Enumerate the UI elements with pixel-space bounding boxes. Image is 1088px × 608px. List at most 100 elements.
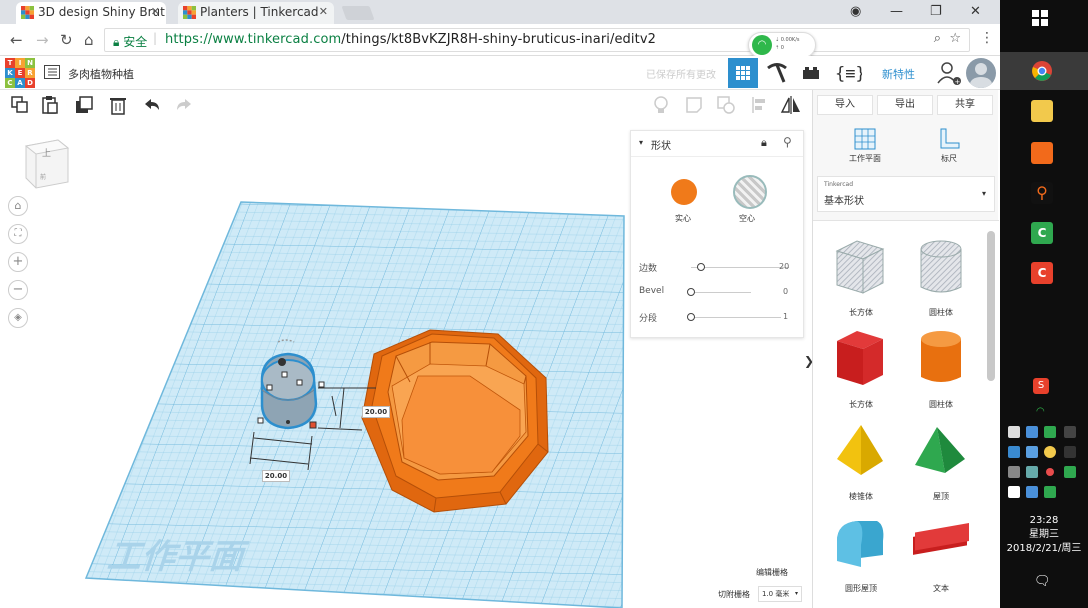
sides-slider-knob[interactable] bbox=[697, 263, 705, 271]
resize-corner-handle[interactable] bbox=[309, 421, 317, 429]
shape-box[interactable]: 长方体 bbox=[821, 327, 901, 417]
delete-icon[interactable] bbox=[108, 95, 128, 115]
shield-icon[interactable] bbox=[1044, 486, 1056, 498]
tray-icon[interactable] bbox=[1064, 426, 1076, 438]
user-avatar[interactable] bbox=[966, 58, 996, 88]
close-tab-icon[interactable]: ✕ bbox=[319, 5, 328, 18]
width-dimension-label[interactable]: 20.00 bbox=[262, 470, 290, 482]
hole-button[interactable] bbox=[733, 175, 767, 209]
bevel-slider[interactable] bbox=[691, 292, 751, 293]
import-button[interactable]: 导入 bbox=[817, 95, 873, 115]
taskbar-active-app[interactable] bbox=[1000, 52, 1088, 90]
duplicate-icon[interactable] bbox=[74, 95, 94, 115]
shape-scrollbar[interactable] bbox=[987, 231, 995, 381]
zoom-out-icon[interactable]: − bbox=[8, 280, 28, 300]
shape-roof[interactable]: 屋顶 bbox=[901, 419, 981, 509]
segments-slider[interactable] bbox=[691, 317, 781, 318]
tray-icon[interactable] bbox=[1026, 466, 1038, 478]
tray-icon[interactable] bbox=[1064, 446, 1076, 458]
snap-grid-select[interactable]: 1.0 毫米 ▾ bbox=[758, 586, 802, 602]
tray-icon[interactable] bbox=[1044, 426, 1056, 438]
bricks-view-button[interactable] bbox=[796, 58, 826, 88]
mirror-icon[interactable] bbox=[780, 95, 802, 115]
notification-icon[interactable]: 🗨︎ bbox=[1034, 574, 1051, 589]
light-bulb-icon[interactable] bbox=[652, 95, 670, 115]
red-app-icon[interactable]: C bbox=[1031, 262, 1053, 284]
tinkercad-logo[interactable]: T I N K E R C A D bbox=[5, 58, 35, 88]
tray-icon[interactable] bbox=[1026, 446, 1038, 458]
edit-grid-link[interactable]: 编辑栅格 bbox=[756, 567, 788, 578]
export-button[interactable]: 导出 bbox=[877, 95, 933, 115]
tray-icon[interactable] bbox=[1008, 446, 1020, 458]
zoom-icon[interactable]: ⌕ bbox=[934, 31, 941, 46]
share-button[interactable]: 共享 bbox=[937, 95, 993, 115]
home-view-icon[interactable]: ⌂ bbox=[8, 196, 28, 216]
group-icon[interactable] bbox=[716, 95, 736, 115]
zoom-in-icon[interactable]: + bbox=[8, 252, 28, 272]
system-clock[interactable]: 23:28 星期三 2018/2/21/周三 bbox=[1000, 514, 1088, 556]
back-icon[interactable]: ← bbox=[10, 31, 23, 49]
hide-shape-icon[interactable]: ⚲ bbox=[783, 135, 792, 149]
shape-cylinder[interactable]: 圆柱体 bbox=[901, 327, 981, 417]
security-indicator[interactable]: 🔒︎ 安全 bbox=[113, 33, 147, 50]
close-tab-icon[interactable]: ✕ bbox=[151, 5, 160, 18]
blocks-view-button[interactable] bbox=[762, 58, 792, 88]
minimize-icon[interactable]: — bbox=[890, 4, 903, 19]
shape-cylinder-hole[interactable]: 圆柱体 bbox=[901, 235, 981, 325]
tray-icon[interactable] bbox=[1008, 486, 1020, 498]
windows-start-icon[interactable] bbox=[1032, 10, 1048, 26]
collapse-caret-icon[interactable]: ▾ bbox=[639, 138, 643, 147]
bookmark-star-icon[interactable]: ☆ bbox=[949, 31, 961, 46]
tray-icon[interactable] bbox=[1046, 468, 1054, 476]
home-icon[interactable]: ⌂ bbox=[84, 31, 94, 49]
tray-icon[interactable] bbox=[1064, 466, 1076, 478]
tray-icon[interactable] bbox=[1026, 486, 1038, 498]
shape-box-hole[interactable]: 长方体 bbox=[821, 235, 901, 325]
design-menu-icon[interactable] bbox=[44, 65, 60, 79]
copy-icon[interactable] bbox=[10, 95, 30, 115]
new-tab-button[interactable] bbox=[341, 6, 375, 20]
shape-text[interactable]: 文本 bbox=[901, 511, 981, 601]
profile-icon[interactable]: ◉ bbox=[850, 4, 861, 19]
tray-icon[interactable] bbox=[1044, 446, 1056, 458]
segments-slider-knob[interactable] bbox=[687, 313, 695, 321]
sides-slider[interactable] bbox=[691, 267, 789, 268]
depth-dimension-label[interactable]: 20.00 bbox=[362, 406, 390, 418]
volume-icon[interactable] bbox=[1008, 466, 1020, 478]
add-user-button[interactable]: + bbox=[934, 58, 964, 88]
paste-icon[interactable] bbox=[40, 95, 60, 115]
new-features-link[interactable]: 新特性 bbox=[882, 66, 915, 82]
forward-icon[interactable]: → bbox=[36, 31, 49, 49]
workplane-tool[interactable]: 工作平面 bbox=[843, 128, 887, 170]
reload-icon[interactable]: ↻ bbox=[60, 31, 73, 49]
close-window-icon[interactable]: ✕ bbox=[970, 4, 981, 19]
shape-pyramid[interactable]: 棱锥体 bbox=[821, 419, 901, 509]
green-app-icon[interactable]: C bbox=[1031, 222, 1053, 244]
ruler-tool[interactable]: 标尺 bbox=[929, 128, 969, 170]
tray-icon[interactable] bbox=[1008, 426, 1020, 438]
3d-view-button[interactable] bbox=[728, 58, 758, 88]
address-bar[interactable]: 🔒︎ 安全 | https://www.tinkercad.com/things… bbox=[104, 28, 970, 52]
shape-round-roof[interactable]: 圆形屋顶 bbox=[821, 511, 901, 601]
octagon-planter-shape[interactable] bbox=[361, 329, 549, 513]
search-app-icon[interactable]: ⚲ bbox=[1031, 182, 1053, 204]
lock-shape-icon[interactable]: 🔒︎ bbox=[761, 136, 767, 150]
chrome-menu-icon[interactable]: ⋮ bbox=[980, 30, 994, 46]
library-select[interactable]: Tinkercad 基本形状 ▾ bbox=[817, 176, 995, 212]
tray-app-icon[interactable]: S bbox=[1033, 378, 1049, 394]
file-explorer-icon[interactable] bbox=[1031, 100, 1053, 122]
tray-wifi-icon[interactable]: ◠ bbox=[1036, 406, 1045, 417]
lift-handle[interactable] bbox=[278, 358, 286, 366]
tab-3d-design[interactable]: 3D design Shiny Brutic ✕ bbox=[16, 2, 166, 24]
tab-planters[interactable]: Planters | Tinkercad ✕ bbox=[178, 2, 334, 24]
align-icon[interactable] bbox=[750, 95, 770, 115]
tray-icon[interactable] bbox=[1026, 426, 1038, 438]
fit-view-icon[interactable]: ⛶ bbox=[8, 224, 28, 244]
solid-color-button[interactable] bbox=[671, 179, 697, 205]
bevel-slider-knob[interactable] bbox=[687, 288, 695, 296]
maximize-icon[interactable]: ❐ bbox=[930, 4, 942, 19]
presentation-app-icon[interactable] bbox=[1031, 142, 1053, 164]
note-icon[interactable] bbox=[684, 95, 704, 115]
collapse-panel-icon[interactable]: ❯ bbox=[804, 354, 812, 368]
undo-icon[interactable] bbox=[142, 95, 162, 115]
